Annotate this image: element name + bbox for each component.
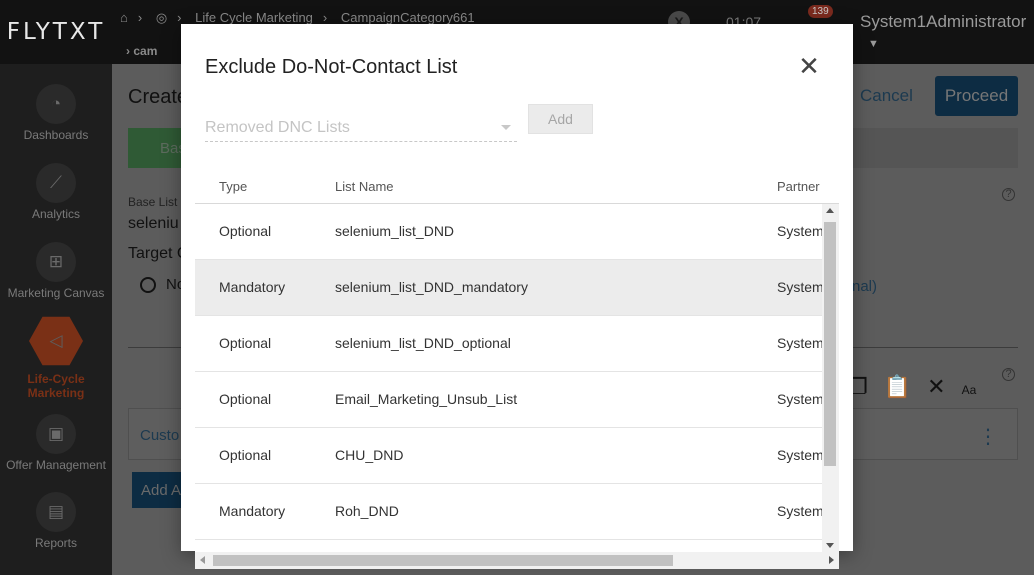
help-icon[interactable]: ? bbox=[1002, 188, 1015, 201]
step-tab-basic[interactable]: Bas bbox=[128, 128, 188, 168]
caret-down-icon bbox=[501, 125, 511, 130]
scroll-down-icon[interactable] bbox=[826, 543, 834, 548]
cell-type: Mandatory bbox=[219, 279, 286, 295]
optional-link[interactable]: nal) bbox=[852, 278, 877, 295]
cell-partner: System bbox=[777, 391, 822, 407]
caret-down-icon[interactable]: ▼ bbox=[868, 38, 879, 50]
column-header-partner[interactable]: Partner bbox=[777, 179, 820, 194]
user-menu[interactable]: System1Administrator bbox=[860, 12, 1026, 32]
table-row[interactable]: Mandatory Roh_DND System bbox=[195, 484, 822, 540]
megaphone-icon: ◁ bbox=[29, 316, 83, 366]
target-radio[interactable] bbox=[140, 277, 156, 293]
home-icon[interactable]: ⌂ bbox=[120, 10, 128, 25]
cell-list-name: selenium_list_DND bbox=[335, 223, 455, 239]
sidebar-item-offer-management[interactable]: ▣ Offer Management bbox=[0, 414, 112, 472]
modal-title: Exclude Do-Not-Contact List bbox=[205, 56, 458, 78]
page-title: Create bbox=[128, 86, 189, 108]
horizontal-scroll-thumb[interactable] bbox=[213, 555, 673, 566]
scroll-right-icon[interactable] bbox=[829, 556, 834, 564]
cell-list-name: Roh_DND bbox=[335, 503, 399, 519]
scroll-up-icon[interactable] bbox=[826, 208, 834, 213]
sidebar-item-marketing-canvas[interactable]: ⊞ Marketing Canvas bbox=[0, 242, 112, 300]
toolbar: ❐ 📋 ✕ Aa bbox=[848, 374, 992, 400]
sidebar-item-dashboards[interactable]: ◔ Dashboards bbox=[0, 84, 112, 142]
cell-list-name: CHU_DND bbox=[335, 447, 404, 463]
scroll-left-icon[interactable] bbox=[200, 556, 205, 564]
target-label: Target C bbox=[128, 245, 189, 262]
cell-type: Optional bbox=[219, 447, 272, 463]
line-chart-icon: ⟋ bbox=[36, 163, 76, 203]
canvas-icon: ⊞ bbox=[36, 242, 76, 282]
column-header-type[interactable]: Type bbox=[219, 179, 247, 194]
target-icon[interactable]: ◎ bbox=[156, 10, 167, 25]
removed-dnc-lists-select[interactable]: Removed DNC Lists bbox=[205, 116, 517, 142]
help-icon[interactable]: ? bbox=[1002, 368, 1015, 381]
close-icon[interactable]: ✕ bbox=[797, 53, 821, 79]
table-row[interactable] bbox=[195, 540, 822, 552]
sidebar: ◔ Dashboards ⟋ Analytics ⊞ Marketing Can… bbox=[0, 64, 112, 575]
cell-list-name: selenium_list_DND_mandatory bbox=[335, 279, 528, 295]
report-icon: ▤ bbox=[36, 492, 76, 532]
add-button[interactable]: Add bbox=[528, 104, 593, 134]
cell-type: Optional bbox=[219, 391, 272, 407]
breadcrumb-item[interactable]: CampaignCategory661 bbox=[341, 10, 475, 25]
breadcrumb-row2: › cam bbox=[126, 44, 158, 58]
proceed-button[interactable]: Proceed bbox=[935, 76, 1018, 116]
cell-partner: System bbox=[777, 335, 822, 351]
cell-list-name: Email_Marketing_Unsub_List bbox=[335, 391, 518, 407]
vertical-scrollbar[interactable] bbox=[822, 204, 839, 552]
text-style-icon[interactable]: Aa bbox=[962, 383, 977, 397]
exclude-dnc-modal: Exclude Do-Not-Contact List ✕ Removed DN… bbox=[181, 24, 853, 569]
table-row[interactable]: Optional selenium_list_DND System bbox=[195, 204, 822, 260]
cell-type: Optional bbox=[219, 335, 272, 351]
kebab-menu-icon[interactable]: ⋮ bbox=[978, 424, 998, 449]
column-header-list-name[interactable]: List Name bbox=[335, 179, 394, 194]
select-placeholder: Removed DNC Lists bbox=[205, 119, 350, 136]
table-row[interactable]: Optional Email_Marketing_Unsub_List Syst… bbox=[195, 372, 822, 428]
sidebar-item-life-cycle-marketing[interactable]: ◁ Life-Cycle Marketing bbox=[0, 314, 112, 400]
flytxt-logo: FLYTXT bbox=[6, 19, 106, 45]
cell-partner: System bbox=[777, 447, 822, 463]
cell-list-name: selenium_list_DND_optional bbox=[335, 335, 511, 351]
cell-partner: System bbox=[777, 223, 822, 239]
cancel-button[interactable]: Cancel bbox=[860, 86, 913, 106]
close-icon[interactable]: ✕ bbox=[927, 374, 945, 399]
horizontal-scrollbar[interactable] bbox=[195, 552, 839, 569]
breadcrumb-item[interactable]: Life Cycle Marketing bbox=[195, 10, 313, 25]
base-list-value: seleniu bbox=[128, 215, 179, 232]
custom-label: Custo bbox=[140, 427, 180, 444]
vertical-scroll-thumb[interactable] bbox=[824, 222, 836, 466]
cell-partner: System bbox=[777, 503, 822, 519]
gauge-icon: ◔ bbox=[36, 84, 76, 124]
table-body: Optional selenium_list_DND System Mandat… bbox=[195, 204, 822, 552]
sidebar-item-reports[interactable]: ▤ Reports bbox=[0, 492, 112, 550]
cell-type: Optional bbox=[219, 223, 272, 239]
cell-partner: System bbox=[777, 279, 822, 295]
notification-badge[interactable]: 139 bbox=[808, 5, 833, 18]
table-row[interactable]: Optional selenium_list_DND_optional Syst… bbox=[195, 316, 822, 372]
clipboard-icon[interactable]: 📋 bbox=[884, 374, 911, 399]
table-row[interactable]: Optional CHU_DND System bbox=[195, 428, 822, 484]
sidebar-item-analytics[interactable]: ⟋ Analytics bbox=[0, 163, 112, 221]
table-row[interactable]: Mandatory selenium_list_DND_mandatory Sy… bbox=[195, 260, 822, 316]
base-list-label: Base List bbox=[128, 195, 178, 209]
table-header: Type List Name Partner bbox=[195, 174, 839, 204]
cell-type: Mandatory bbox=[219, 503, 286, 519]
gift-icon: ▣ bbox=[36, 414, 76, 454]
